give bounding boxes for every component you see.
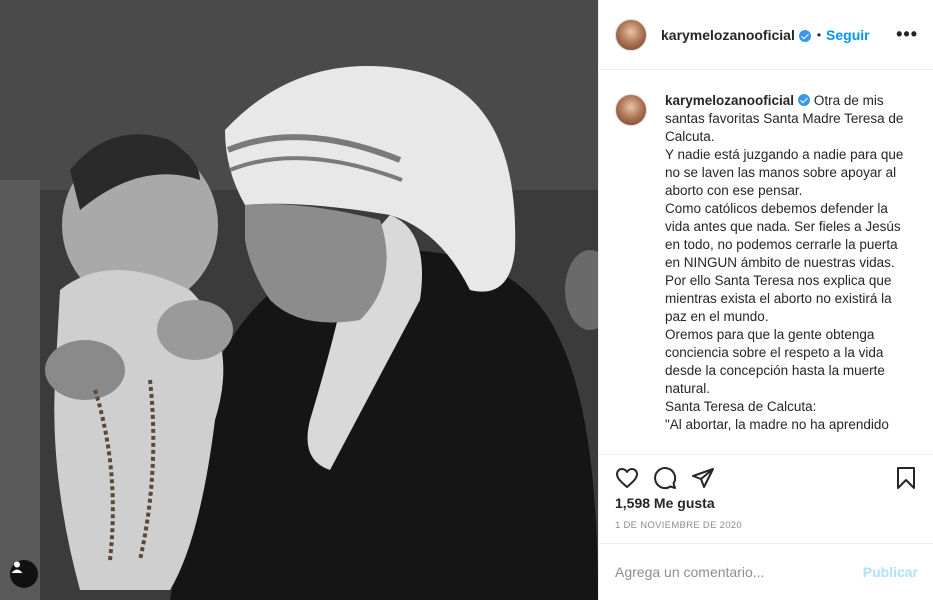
caption-area[interactable]: karymelozanooficial Otra de mis santas f… [599, 71, 933, 454]
publish-button[interactable]: Publicar [863, 564, 918, 580]
comment-box: Publicar [599, 543, 933, 600]
action-bar [599, 454, 933, 494]
post-date[interactable]: 1 DE NOVIEMBRE DE 2020 [615, 520, 742, 531]
more-options-icon[interactable]: ••• [896, 24, 918, 45]
header-username[interactable]: karymelozanooficial [661, 27, 795, 43]
comment-button[interactable] [651, 464, 679, 492]
caption-username[interactable]: karymelozanooficial [665, 93, 794, 108]
likes-count[interactable]: 1,598 Me gusta [615, 495, 715, 511]
caption-text: karymelozanooficial Otra de mis santas f… [665, 92, 905, 434]
photo-illustration [0, 0, 598, 600]
bookmark-icon [897, 466, 915, 489]
comment-input[interactable] [615, 564, 863, 580]
share-button[interactable] [689, 464, 717, 492]
send-icon [692, 467, 714, 488]
caption-paragraph: Oremos para que la gente obtenga concien… [665, 327, 885, 396]
user-tag-button[interactable] [10, 560, 38, 588]
follow-button[interactable]: Seguir [826, 27, 870, 43]
caption-avatar[interactable] [615, 94, 647, 126]
post-header: karymelozanooficial • Seguir ••• [599, 0, 933, 70]
comment-icon [654, 466, 677, 489]
post-side-panel: karymelozanooficial • Seguir ••• karymel… [598, 0, 933, 600]
verified-badge-icon [798, 94, 811, 106]
caption-paragraph: "Al abortar, la madre no ha aprendido [665, 417, 889, 432]
caption-paragraph: Y nadie está juzgando a nadie para que n… [665, 147, 904, 198]
separator-dot: • [816, 27, 822, 42]
caption-paragraph: Como católicos debemos defender la vida … [665, 201, 901, 270]
caption-paragraph: Por ello Santa Teresa nos explica que mi… [665, 273, 892, 324]
heart-icon [616, 467, 638, 488]
person-icon [11, 561, 23, 573]
post-photo[interactable] [0, 0, 598, 600]
caption-paragraph: Santa Teresa de Calcuta: [665, 399, 817, 414]
save-button[interactable] [892, 464, 920, 492]
like-button[interactable] [613, 464, 641, 492]
avatar[interactable] [615, 18, 647, 51]
caption-paragraph: karymelozanooficial Otra de mis santas f… [665, 92, 905, 146]
caption-row: karymelozanooficial Otra de mis santas f… [615, 92, 918, 434]
verified-badge-icon [798, 29, 811, 42]
